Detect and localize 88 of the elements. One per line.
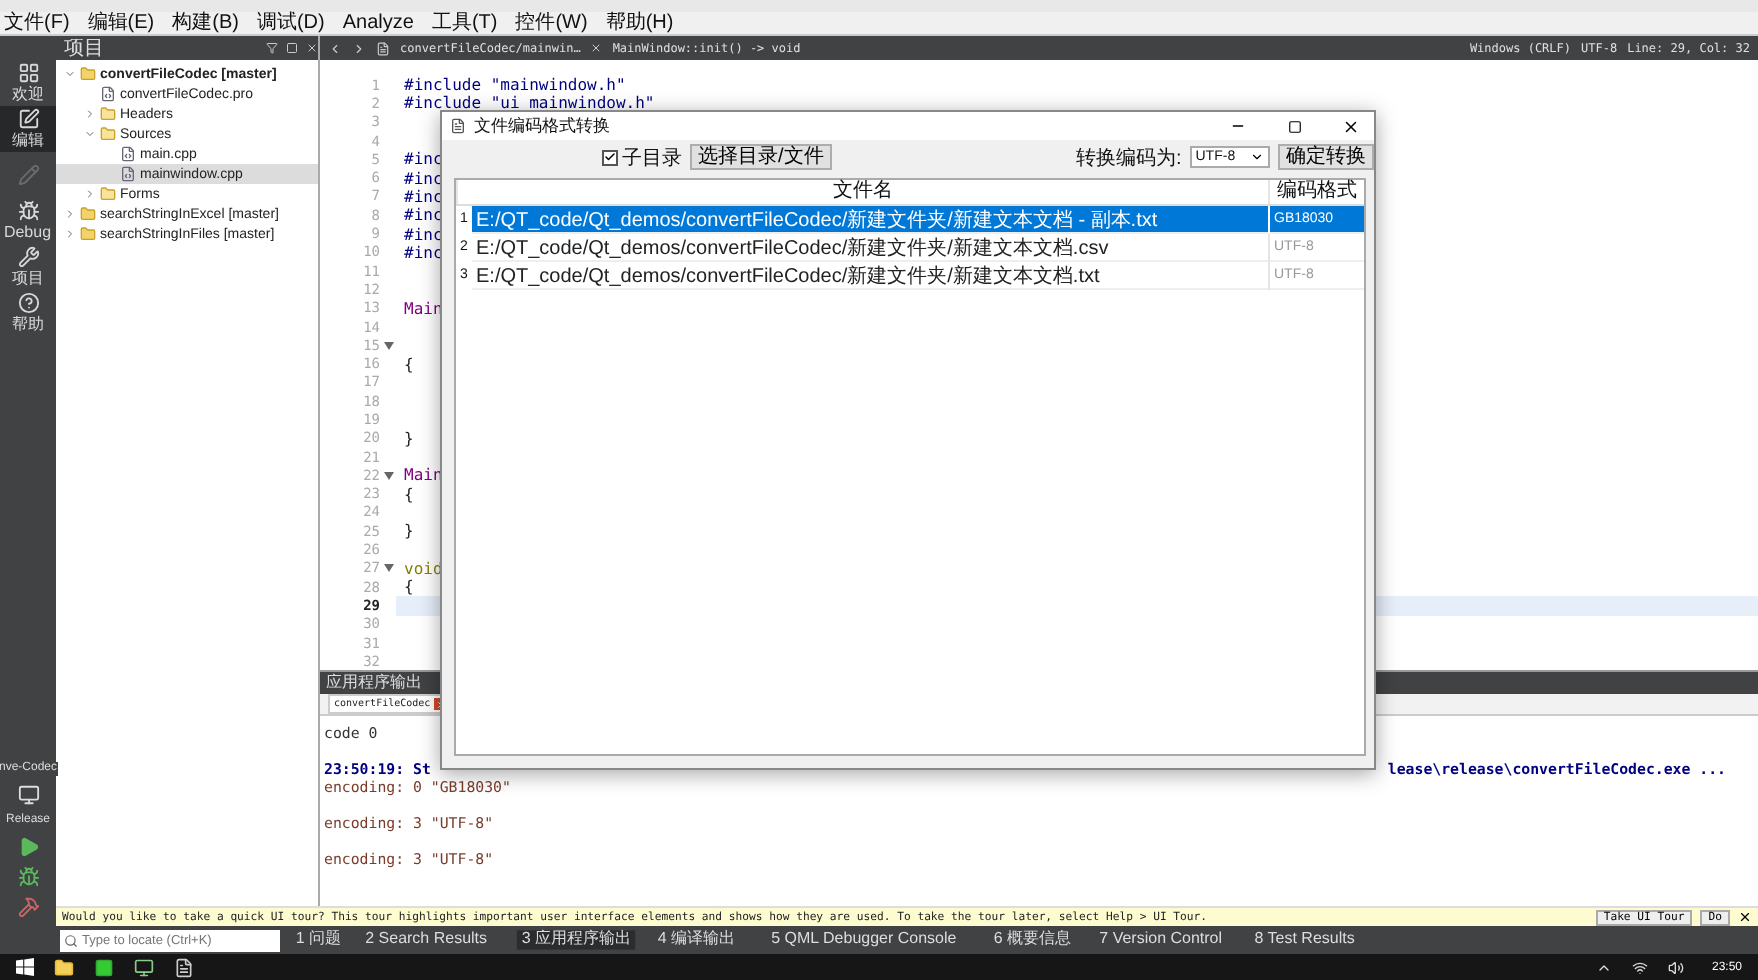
code-line: #inc [404, 225, 443, 244]
volume-icon[interactable] [1667, 959, 1684, 975]
run-icon[interactable] [17, 836, 39, 858]
table-cell-text: E:/QT_code/Qt_demos/convertFileCodec/新建文件夹/新建文本文档 - 副本.txt [474, 207, 1160, 233]
mode-button[interactable]: 帮助 [0, 290, 56, 336]
app-icon[interactable] [174, 957, 194, 977]
menu-item[interactable]: 帮助(H) [605, 12, 674, 34]
column-header[interactable]: 编码格式 [1268, 180, 1364, 204]
choose-button[interactable]: 选择目录/文件 [690, 144, 832, 170]
forward-icon[interactable] [352, 41, 366, 55]
search-icon [64, 933, 78, 947]
split-icon[interactable] [286, 42, 298, 54]
convert-button[interactable]: 确定转换 [1278, 144, 1374, 170]
code-line: } [404, 522, 414, 541]
folder-icon [100, 126, 116, 142]
table-cell-text: E:/QT_code/Qt_demos/convertFileCodec/新建文件夹/新建文本文档.csv [474, 235, 1111, 261]
panel-title: 项目 [64, 37, 106, 59]
mode-button[interactable]: Debug [0, 198, 56, 244]
table-cell-text: E:/QT_code/Qt_demos/convertFileCodec/新建文件夹/新建文本文档.txt [474, 263, 1102, 289]
menu-item[interactable]: 编辑(E) [87, 12, 155, 34]
edit-icon [17, 107, 39, 129]
maximize-icon [1287, 119, 1301, 133]
dialog-title: 文件编码格式转换 [474, 116, 612, 136]
menu-item[interactable]: 工具(T) [431, 12, 498, 34]
code-line: { [404, 578, 414, 597]
output-pane-button[interactable]: 4 编译输出 [652, 930, 740, 950]
folder-icon [100, 186, 116, 202]
grid-icon [17, 61, 39, 83]
code-line: #inc [404, 187, 443, 206]
dropdown-icon [1250, 150, 1264, 164]
code-line: } [404, 429, 414, 448]
folder-icon[interactable] [54, 957, 74, 977]
filter-icon[interactable] [266, 42, 278, 54]
output-pane-button[interactable]: 1 问题 [290, 930, 346, 950]
fold-arrow-icon[interactable] [383, 471, 393, 480]
code-line: #include "mainwindow.h" [404, 76, 626, 95]
window-icon [450, 118, 466, 134]
file-icon [120, 166, 136, 182]
folder-icon [80, 206, 96, 222]
checkbox[interactable] [602, 149, 618, 165]
windows-logo-icon[interactable] [16, 958, 34, 976]
menu-item[interactable]: 构建(B) [172, 12, 239, 34]
subdirectory-checkbox[interactable]: 子目录 [602, 143, 682, 171]
app-icon[interactable] [94, 957, 114, 977]
debug-run-icon[interactable] [17, 866, 39, 888]
output-pane-button[interactable]: 8 Test Results [1249, 930, 1360, 950]
hammer-icon[interactable] [17, 896, 39, 918]
target-encoding-label: 转换编码为: [1075, 145, 1182, 171]
fold-arrow-icon[interactable] [383, 564, 393, 573]
help-icon [17, 291, 39, 313]
folder-icon [80, 226, 96, 242]
file-icon [100, 86, 116, 102]
code-line: #inc [404, 169, 443, 188]
menu-item[interactable]: 调试(D) [256, 12, 325, 34]
checkbox-label: 子目录 [622, 145, 682, 171]
output-pane-button[interactable]: 2 Search Results [361, 930, 493, 950]
code-line: #inc [404, 150, 443, 169]
monitor-icon[interactable] [134, 957, 154, 977]
mode-button[interactable]: 编辑 [0, 106, 56, 152]
mode-button[interactable]: 项目 [0, 244, 56, 290]
code-line: #inc [404, 206, 443, 225]
wrench-icon [17, 245, 39, 267]
back-icon[interactable] [328, 41, 342, 55]
menu-item[interactable]: Analyze [342, 12, 414, 34]
menu-item[interactable]: 文件(F) [4, 12, 70, 34]
monitor-icon[interactable] [17, 784, 39, 806]
output-pane-button[interactable]: 5 QML Debugger Console [766, 930, 962, 950]
folder-icon [80, 66, 96, 82]
column-header[interactable]: 文件名 [456, 180, 1268, 204]
code-line: #include "ui_mainwindow.h" [404, 94, 655, 113]
code-line: { [404, 485, 414, 504]
close-icon [1341, 117, 1359, 135]
code-line: { [404, 355, 414, 374]
output-title: 应用程序输出 [326, 675, 422, 691]
output-pane-button[interactable]: 6 概要信息 [988, 930, 1076, 950]
network-icon[interactable] [1631, 959, 1648, 975]
mode-button[interactable]: 欢迎 [0, 60, 56, 106]
folder-icon [100, 106, 116, 122]
close-icon[interactable] [1738, 910, 1752, 924]
code-line: #inc [404, 243, 443, 262]
menu-item[interactable]: 控件(W) [515, 12, 588, 34]
fold-arrow-icon[interactable] [383, 341, 393, 350]
file-icon [120, 146, 136, 162]
output-pane-button[interactable]: 3 应用程序输出 [515, 930, 635, 950]
output-pane-button[interactable]: 7 Version Control [1095, 930, 1228, 950]
bug-icon [17, 199, 39, 221]
file-icon [376, 41, 390, 55]
pencil-icon [17, 164, 39, 186]
